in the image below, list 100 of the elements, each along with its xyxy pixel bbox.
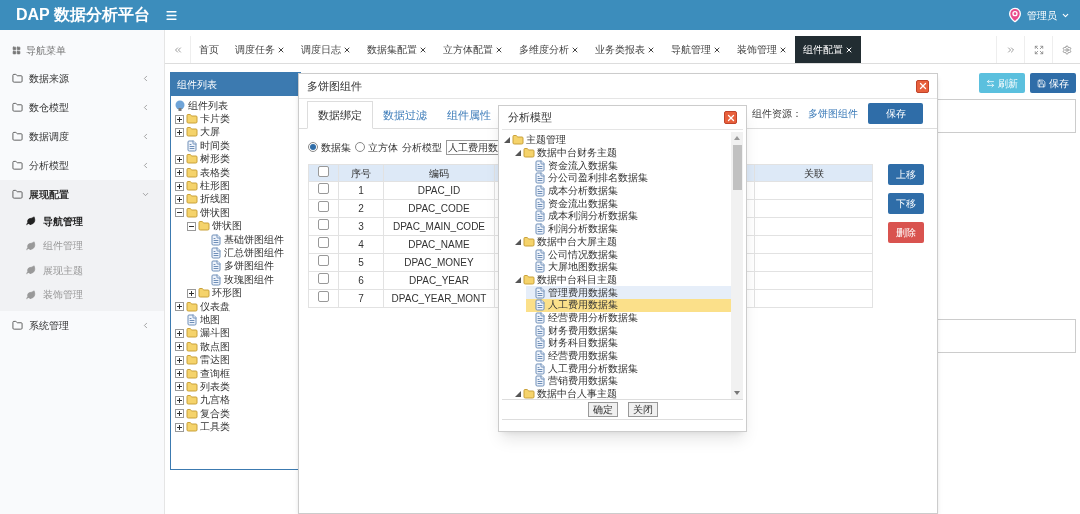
delete-button[interactable]: 删除 (888, 222, 924, 243)
tree-item[interactable]: 大屏 (200, 127, 220, 138)
dialog-tab[interactable]: 组件属性 (437, 101, 501, 129)
save-button[interactable]: 保存 (1030, 73, 1076, 93)
expand-icon[interactable] (175, 302, 184, 312)
expanded-arrow-icon[interactable] (515, 238, 521, 245)
checkbox[interactable] (318, 219, 329, 230)
tree-item[interactable]: 雷达图 (200, 355, 230, 366)
page-tab[interactable]: 首页 (191, 36, 227, 63)
sidebar-item[interactable]: 数据调度 (0, 122, 164, 151)
collapse-icon[interactable] (175, 208, 184, 218)
sidebar-item[interactable]: 系统管理 (0, 311, 164, 340)
expand-icon[interactable] (175, 382, 184, 392)
tree-item[interactable]: 仪表盘 (200, 301, 230, 312)
tree-item[interactable]: 基础饼图组件 (224, 234, 284, 245)
sidebar-item[interactable]: 数据来源 (0, 64, 164, 93)
tree-row[interactable]: 营销费用数据集 (526, 375, 731, 388)
page-tab[interactable]: 多维度分析 (511, 36, 587, 63)
scrollbar[interactable] (731, 132, 743, 399)
expanded-arrow-icon[interactable] (515, 276, 521, 283)
dialog-tab[interactable]: 数据绑定 (307, 101, 373, 129)
page-tab[interactable]: 装饰管理 (729, 36, 795, 63)
save-button[interactable]: 保存 (868, 103, 923, 124)
close-icon[interactable] (571, 45, 579, 54)
tree-item[interactable]: 九宫格 (200, 395, 230, 406)
tree-item[interactable]: 复合类 (200, 408, 230, 419)
sidebar-item[interactable]: 展现配置 (0, 180, 164, 209)
checkbox[interactable] (318, 165, 329, 177)
expand-icon[interactable] (175, 369, 184, 378)
page-tab[interactable]: 数据集配置 (359, 36, 435, 63)
dialog-tab[interactable]: 数据过滤 (373, 101, 437, 129)
page-tab[interactable]: 业务类报表 (587, 36, 663, 63)
move-button[interactable]: 上移 (888, 164, 924, 185)
radio-button[interactable] (308, 142, 318, 152)
expand-icon[interactable] (175, 127, 184, 137)
close-icon[interactable] (845, 45, 853, 54)
tree-item[interactable]: 卡片类 (200, 114, 230, 125)
menu-icon[interactable] (165, 8, 178, 22)
expand-icon[interactable] (175, 194, 184, 204)
tree-item[interactable]: 环形图 (212, 288, 242, 299)
tree-item[interactable]: 漏斗图 (200, 328, 230, 339)
expand-icon[interactable] (175, 395, 184, 405)
collapse-icon[interactable] (187, 221, 196, 231)
checkbox[interactable] (318, 237, 329, 248)
page-tab[interactable]: 导航管理 (663, 36, 729, 63)
expanded-arrow-icon[interactable] (515, 150, 521, 157)
tree-item[interactable]: 数据中台大屏主题 (537, 236, 617, 247)
tree-item[interactable]: 工具类 (200, 422, 230, 433)
tree-row[interactable]: 公司情况数据集 (526, 248, 731, 261)
tree-item[interactable]: 玫瑰图组件 (224, 274, 274, 285)
tree-row[interactable]: 管理费用数据集 (526, 286, 731, 299)
expand-icon[interactable] (175, 181, 184, 191)
page-tab[interactable]: 调度任务 (227, 36, 293, 63)
sidebar-item[interactable]: 数仓模型 (0, 93, 164, 122)
tree-item[interactable]: 柱形图 (200, 181, 230, 192)
close-icon[interactable] (779, 45, 787, 54)
tree-row[interactable]: 分公司盈利排名数据集 (526, 172, 731, 185)
tree-item[interactable]: 散点图 (200, 341, 230, 352)
dialog-button[interactable]: 关闭 (627, 402, 658, 417)
expand-icon[interactable] (187, 288, 196, 298)
tree-item[interactable]: 地图 (200, 314, 220, 325)
page-tab[interactable]: 立方体配置 (435, 36, 511, 63)
checkbox[interactable] (318, 183, 329, 194)
expand-icon[interactable] (175, 355, 184, 365)
checkbox[interactable] (318, 291, 329, 302)
tree-item[interactable]: 树形类 (200, 154, 230, 165)
tree-item[interactable]: 多饼图组件 (224, 261, 274, 272)
close-button[interactable] (724, 111, 737, 124)
expand-icon[interactable] (175, 409, 184, 419)
tree-item[interactable]: 查询框 (200, 368, 230, 379)
expanded-arrow-icon[interactable] (504, 137, 510, 144)
expand-icon[interactable] (175, 422, 184, 432)
scrollbar-thumb[interactable] (732, 145, 742, 190)
tree-item[interactable]: 数据中台科目主题 (537, 274, 617, 285)
expand-icon[interactable] (175, 114, 184, 124)
tree-row[interactable]: 财务科目数据集 (526, 337, 731, 350)
tree-root[interactable]: 组件列表 (188, 98, 228, 114)
expanded-arrow-icon[interactable] (515, 391, 521, 398)
close-icon[interactable] (343, 45, 351, 54)
tree-row[interactable]: 经营费用分析数据集 (526, 311, 731, 325)
tree-item[interactable]: 时间类 (200, 140, 230, 151)
close-icon[interactable] (419, 45, 427, 54)
tree-row[interactable]: 人工费用分析数据集 (526, 362, 731, 376)
checkbox[interactable] (318, 273, 329, 284)
page-tab[interactable]: 组件配置 (795, 36, 861, 63)
tree-item[interactable]: 列表类 (200, 381, 230, 392)
close-icon[interactable] (713, 45, 721, 54)
tree-item[interactable]: 饼状图 (212, 221, 242, 232)
tree-item[interactable]: 折线图 (200, 194, 230, 205)
tree-item[interactable]: 表格类 (200, 167, 230, 178)
tree-row[interactable]: 成本利润分析数据集 (526, 210, 731, 223)
close-icon[interactable] (647, 45, 655, 54)
expand-icon[interactable] (175, 168, 184, 178)
close-button[interactable] (916, 79, 929, 93)
sidebar-item[interactable]: 分析模型 (0, 151, 164, 180)
tree-row[interactable]: 财务费用数据集 (526, 324, 731, 337)
dialog-button[interactable]: 确定 (587, 402, 618, 417)
scroll-down-icon[interactable] (734, 390, 740, 396)
tree-row[interactable]: 经营费用数据集 (526, 349, 731, 363)
radio-button[interactable] (355, 142, 365, 152)
